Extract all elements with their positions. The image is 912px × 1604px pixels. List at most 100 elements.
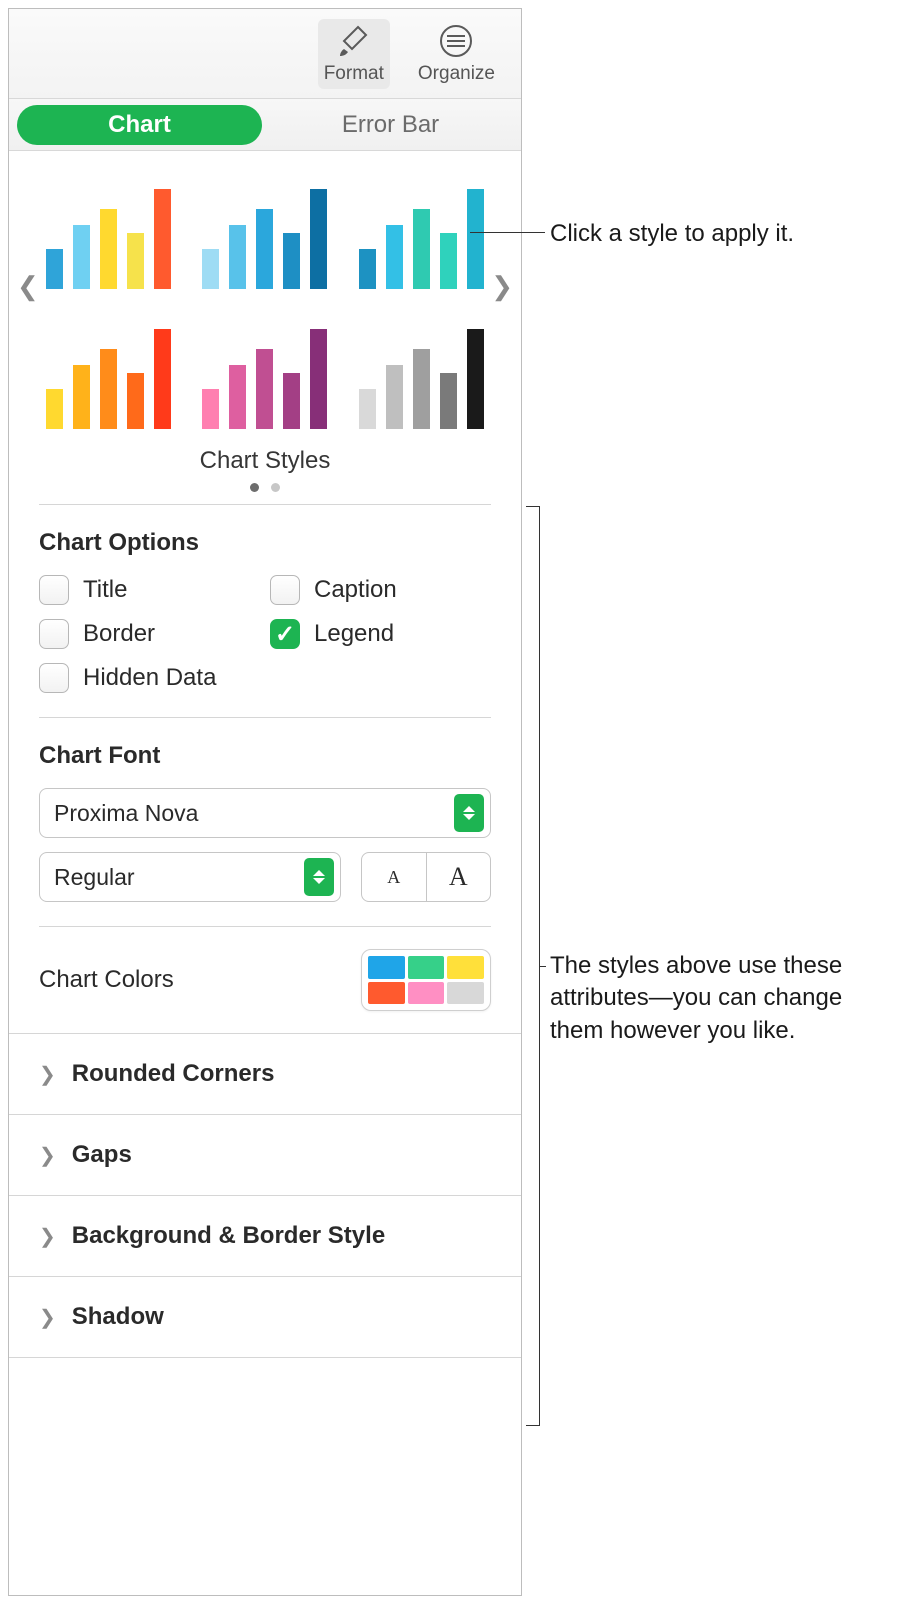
chart-colors-swatch[interactable] xyxy=(361,949,491,1011)
chart-bar xyxy=(46,249,63,289)
accordion-label: Background & Border Style xyxy=(72,1222,385,1250)
accordion-shadow[interactable]: ❯ Shadow xyxy=(9,1276,521,1358)
swatch-cell xyxy=(368,982,405,1005)
page-dot-1[interactable] xyxy=(250,483,259,492)
font-family-select[interactable]: Proxima Nova xyxy=(39,788,491,838)
chart-bar xyxy=(46,389,63,429)
chart-bar xyxy=(467,329,484,429)
chart-bar xyxy=(359,249,376,289)
chart-bar xyxy=(256,209,273,289)
chart-bar xyxy=(440,373,457,429)
chart-options-heading: Chart Options xyxy=(39,529,491,557)
font-family-value: Proxima Nova xyxy=(54,800,198,827)
chart-style-thumb-6[interactable] xyxy=(358,309,485,429)
chart-bar xyxy=(310,329,327,429)
select-stepper-icon xyxy=(454,794,484,832)
select-stepper-icon xyxy=(304,858,334,896)
callout-mid: The styles above use these attributes—yo… xyxy=(550,950,890,1047)
chart-styles-label: Chart Styles xyxy=(45,447,485,475)
chart-bar xyxy=(310,189,327,289)
checkbox-hidden-data[interactable] xyxy=(39,663,69,693)
option-border-label: Border xyxy=(83,620,155,648)
font-size-decrease[interactable]: A xyxy=(362,853,427,901)
option-title[interactable]: Title xyxy=(39,575,260,605)
checkbox-border[interactable] xyxy=(39,619,69,649)
accordion-background-border[interactable]: ❯ Background & Border Style xyxy=(9,1195,521,1276)
chart-style-thumb-3[interactable] xyxy=(358,169,485,289)
chart-bar xyxy=(386,365,403,429)
chart-bar xyxy=(202,249,219,289)
chevron-right-icon: ❯ xyxy=(39,1305,56,1330)
chart-bar xyxy=(100,349,117,429)
option-legend-label: Legend xyxy=(314,620,394,648)
chart-options-section: Chart Options Title Caption Border ✓ Leg… xyxy=(9,505,521,717)
accordion-rounded-corners[interactable]: ❯ Rounded Corners xyxy=(9,1033,521,1114)
chevron-right-icon: ❯ xyxy=(39,1062,56,1087)
chart-bar xyxy=(127,373,144,429)
option-border[interactable]: Border xyxy=(39,619,260,649)
chart-styles-section: ❮ ❯ Chart Styles xyxy=(9,151,521,492)
chart-colors-heading: Chart Colors xyxy=(39,966,174,994)
tab-bar: Chart Error Bar xyxy=(9,99,521,151)
chart-bar xyxy=(202,389,219,429)
option-caption[interactable]: Caption xyxy=(270,575,491,605)
swatch-cell xyxy=(368,956,405,979)
checkbox-legend[interactable]: ✓ xyxy=(270,619,300,649)
callout-top: Click a style to apply it. xyxy=(550,218,794,250)
chart-style-thumb-5[interactable] xyxy=(202,309,329,429)
option-caption-label: Caption xyxy=(314,576,397,604)
inspector-panel: Format Organize Chart Error Bar ❮ ❯ Char… xyxy=(8,8,522,1596)
accordion-gaps[interactable]: ❯ Gaps xyxy=(9,1114,521,1195)
chart-bar xyxy=(413,209,430,289)
format-label: Format xyxy=(324,63,384,85)
chart-bar xyxy=(229,365,246,429)
chart-bar xyxy=(73,365,90,429)
page-dots xyxy=(45,483,485,492)
accordion-label: Gaps xyxy=(72,1141,132,1169)
styles-prev-arrow[interactable]: ❮ xyxy=(17,271,39,302)
organize-icon xyxy=(438,23,474,59)
swatch-cell xyxy=(447,982,484,1005)
format-button[interactable]: Format xyxy=(318,19,390,89)
tab-error-bar[interactable]: Error Bar xyxy=(268,105,513,145)
chart-bar xyxy=(229,225,246,289)
chart-bar xyxy=(283,233,300,289)
chart-bar xyxy=(100,209,117,289)
checkbox-title[interactable] xyxy=(39,575,69,605)
chart-colors-section: Chart Colors xyxy=(9,927,521,1033)
option-legend[interactable]: ✓ Legend xyxy=(270,619,491,649)
chart-styles-grid xyxy=(45,169,485,429)
chart-bar xyxy=(73,225,90,289)
chart-style-thumb-2[interactable] xyxy=(202,169,329,289)
chart-style-thumb-4[interactable] xyxy=(45,309,172,429)
callout-line xyxy=(470,232,545,233)
checkbox-caption[interactable] xyxy=(270,575,300,605)
font-weight-select[interactable]: Regular xyxy=(39,852,341,902)
organize-button[interactable]: Organize xyxy=(412,19,501,89)
font-size-increase[interactable]: A xyxy=(427,853,491,901)
option-hidden-data[interactable]: Hidden Data xyxy=(39,663,260,693)
chart-bar xyxy=(359,389,376,429)
chart-bar xyxy=(440,233,457,289)
chart-bar xyxy=(127,233,144,289)
swatch-cell xyxy=(447,956,484,979)
chart-bar xyxy=(467,189,484,289)
option-title-label: Title xyxy=(83,576,127,604)
accordion-label: Rounded Corners xyxy=(72,1060,275,1088)
page-dot-2[interactable] xyxy=(271,483,280,492)
chart-bar xyxy=(256,349,273,429)
chart-bar xyxy=(154,189,171,289)
chart-font-section: Chart Font Proxima Nova Regular A A xyxy=(9,718,521,926)
chart-style-thumb-1[interactable] xyxy=(45,169,172,289)
option-hidden-data-label: Hidden Data xyxy=(83,664,216,692)
chart-bar xyxy=(283,373,300,429)
swatch-cell xyxy=(408,956,445,979)
organize-label: Organize xyxy=(418,63,495,85)
chart-bar xyxy=(386,225,403,289)
chart-font-heading: Chart Font xyxy=(39,742,491,770)
font-size-stepper: A A xyxy=(361,852,491,902)
styles-next-arrow[interactable]: ❯ xyxy=(491,271,513,302)
callout-line xyxy=(540,966,546,967)
tab-chart[interactable]: Chart xyxy=(17,105,262,145)
toolbar: Format Organize xyxy=(9,9,521,99)
